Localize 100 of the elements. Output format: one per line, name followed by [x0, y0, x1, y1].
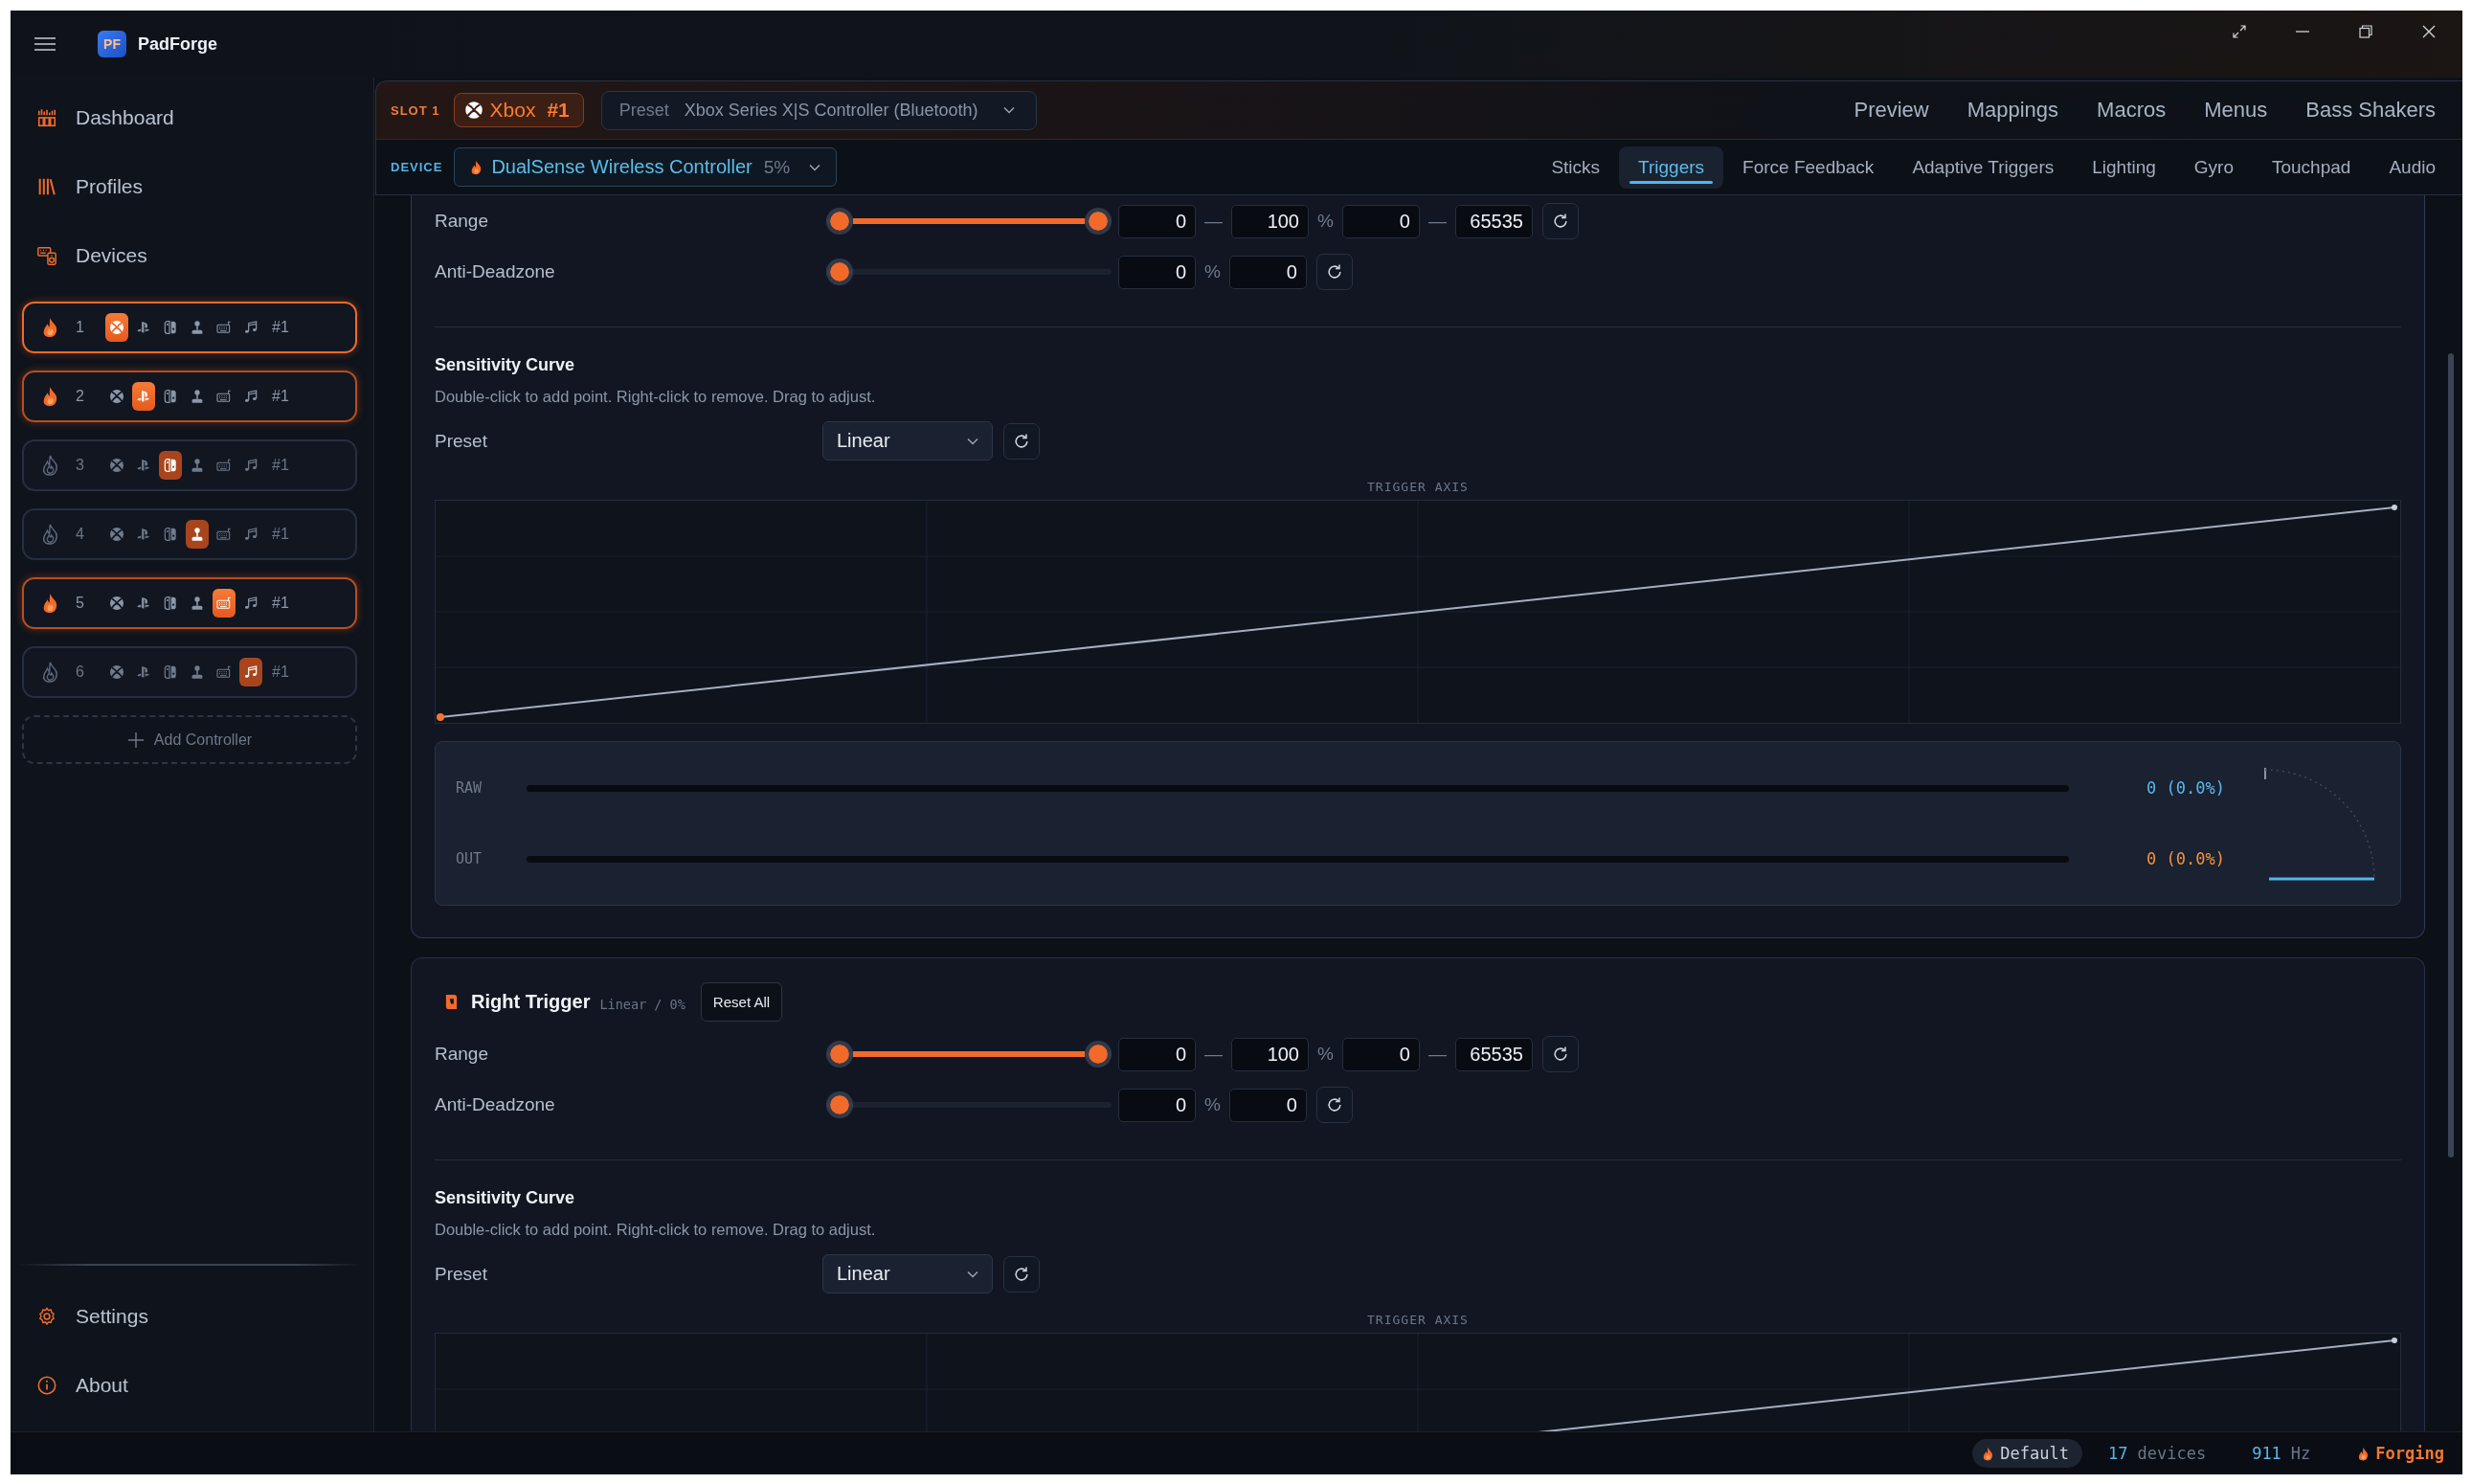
hint-text: Double-click to add point. Right-click to remove. Drag to adjust.: [435, 387, 876, 407]
settings-tab[interactable]: Sticks: [1532, 146, 1620, 189]
split-controller-icon[interactable]: [163, 320, 178, 335]
joystick-icon[interactable]: [186, 520, 209, 549]
controller-slot[interactable]: 1 #1: [22, 302, 357, 353]
number-field[interactable]: 0: [1118, 204, 1196, 238]
x-sphere-icon[interactable]: [109, 389, 124, 404]
reset-button[interactable]: [1003, 1255, 1040, 1293]
number-field[interactable]: 0: [1228, 1088, 1307, 1122]
polling-rate: 911: [2252, 1444, 2281, 1463]
slider-thumb[interactable]: [826, 208, 853, 235]
plus-icon: [126, 731, 145, 749]
settings-tab[interactable]: Gyro: [2174, 146, 2253, 189]
settings-tab[interactable]: Touchpad: [2253, 146, 2371, 189]
setting-label: Range: [435, 1044, 489, 1065]
number-field[interactable]: 0: [1341, 204, 1420, 238]
controller-slot[interactable]: 4 #1: [22, 508, 357, 560]
monitor-label: RAW: [456, 779, 483, 797]
field-suffix: %: [1317, 1044, 1334, 1065]
flame-icon: [1982, 1446, 1995, 1461]
caret-icon: [967, 437, 978, 445]
controller-slot[interactable]: 3 #1: [22, 439, 357, 491]
music-notes-icon[interactable]: [239, 658, 262, 686]
reset-button[interactable]: [1003, 422, 1040, 460]
flame-icon: [2357, 1446, 2371, 1461]
joystick-icon[interactable]: [190, 320, 205, 335]
number-field[interactable]: 0: [1341, 1037, 1420, 1071]
field-suffix: %: [1204, 261, 1221, 282]
reset-button[interactable]: [1315, 1087, 1353, 1123]
restore-icon[interactable]: [2359, 25, 2372, 38]
settings-tab[interactable]: Adaptive Triggers: [1893, 146, 2074, 189]
reset-icon: [1013, 432, 1030, 450]
slider-thumb[interactable]: [826, 259, 853, 285]
ps-symbol-icon[interactable]: [132, 382, 155, 411]
slider-thumb[interactable]: [1085, 208, 1112, 235]
number-field[interactable]: 65535: [1454, 1037, 1533, 1071]
reset-all-button[interactable]: Reset All: [700, 982, 783, 1022]
page-tab[interactable]: Menus: [2185, 98, 2287, 123]
settings-tab[interactable]: Lighting: [2073, 146, 2175, 189]
profile-pill[interactable]: Default: [1972, 1439, 2082, 1468]
keyboard-icon[interactable]: [213, 589, 236, 618]
reset-button[interactable]: [1541, 203, 1579, 239]
joystick-icon[interactable]: [190, 389, 205, 404]
page-tab[interactable]: Mappings: [1947, 98, 2079, 123]
number-field[interactable]: 100: [1231, 1037, 1309, 1071]
x-sphere-icon[interactable]: [109, 596, 124, 611]
setting-label: Anti-Deadzone: [435, 1094, 556, 1115]
number-field[interactable]: 0: [1118, 1037, 1196, 1071]
nav-item[interactable]: Profiles: [26, 162, 358, 212]
controller-slot[interactable]: 2 #1: [22, 371, 357, 422]
ps-symbol-icon[interactable]: [136, 596, 151, 611]
number-field[interactable]: 100: [1231, 204, 1309, 238]
reset-button[interactable]: [1541, 1036, 1579, 1072]
hint-text: Double-click to add point. Right-click to remove. Drag to adjust.: [435, 1220, 876, 1240]
split-controller-icon[interactable]: [159, 451, 182, 480]
slider-thumb[interactable]: [1085, 1041, 1112, 1068]
settings-tab[interactable]: Force Feedback: [1723, 146, 1894, 189]
slider-thumb[interactable]: [826, 1041, 853, 1068]
menu-icon[interactable]: [34, 37, 56, 51]
nav-item[interactable]: Devices: [26, 231, 358, 281]
number-field[interactable]: 0: [1228, 255, 1307, 289]
nav-item[interactable]: About: [26, 1360, 358, 1410]
reset-icon: [1551, 1046, 1569, 1063]
controller-type-button[interactable]: Xbox #1: [453, 93, 584, 127]
number-field[interactable]: 0: [1118, 255, 1196, 289]
caret-icon: [1002, 106, 1015, 114]
monitor-label: OUT: [456, 850, 483, 867]
nav-item[interactable]: Settings: [26, 1292, 358, 1341]
reset-button[interactable]: [1315, 254, 1353, 290]
controller-slot[interactable]: 6 #1: [22, 646, 357, 698]
settings-tab[interactable]: Audio: [2370, 146, 2455, 189]
setting-label: Preset: [435, 1263, 488, 1285]
slot-number: 6: [76, 663, 85, 681]
music-notes-icon[interactable]: [243, 389, 258, 404]
page-tab[interactable]: Bass Shakers: [2286, 98, 2455, 123]
controller-slot[interactable]: 5 #1: [22, 577, 357, 629]
close-icon[interactable]: [2422, 25, 2436, 38]
slider-thumb[interactable]: [826, 1091, 853, 1118]
preset-dropdown[interactable]: Preset Xbox Series X|S Controller (Bluetooth): [600, 90, 1037, 130]
split-controller-icon[interactable]: [163, 596, 178, 611]
add-controller-button[interactable]: Add Controller: [22, 715, 357, 764]
number-field[interactable]: 0: [1118, 1088, 1196, 1122]
music-notes-icon[interactable]: [243, 320, 258, 335]
page-tab[interactable]: Preview: [1834, 98, 1948, 123]
page-tab[interactable]: Macros: [2078, 98, 2186, 123]
number-field[interactable]: 65535: [1454, 204, 1533, 238]
scrollbar-thumb[interactable]: [2448, 353, 2454, 1158]
nav-item[interactable]: Dashboard: [26, 93, 358, 143]
expand-icon[interactable]: [2233, 25, 2246, 38]
device-dropdown[interactable]: DualSense Wireless Controller 5%: [454, 147, 838, 187]
curve-preset-dropdown[interactable]: Linear: [822, 421, 993, 461]
app-logo: PF: [98, 31, 126, 57]
settings-tab[interactable]: Triggers: [1619, 146, 1724, 189]
split-controller-icon[interactable]: [163, 389, 178, 404]
music-notes-icon[interactable]: [243, 596, 258, 611]
joystick-icon[interactable]: [190, 596, 205, 611]
reset-icon: [1013, 1265, 1030, 1283]
ps-symbol-icon[interactable]: [136, 320, 151, 335]
slot-number: 3: [76, 457, 85, 474]
curve-preset-dropdown[interactable]: Linear: [822, 1254, 993, 1293]
